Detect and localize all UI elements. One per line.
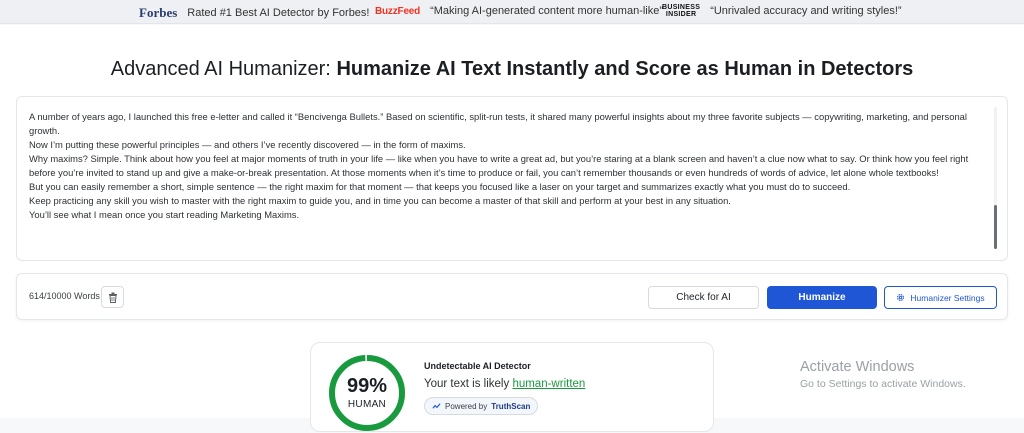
human-score-label: HUMAN [347, 399, 387, 410]
text-editor[interactable]: A number of years ago, I launched this f… [16, 96, 1008, 261]
editor-scrollbar-thumb[interactable] [994, 205, 997, 249]
press-item-business-insider: BUSINESS INSIDER “Unrivaled accuracy and… [662, 4, 902, 18]
humanizer-settings-button[interactable]: Humanizer Settings [884, 286, 997, 309]
editor-paragraph: You’ll see what I mean once you start re… [29, 209, 300, 220]
editor-paragraph: But you can easily remember a short, sim… [29, 181, 851, 192]
editor-paragraph: Now I’m putting these powerful principle… [29, 139, 466, 150]
verdict-prefix: Your text is likely [424, 378, 510, 390]
watermark-title: Activate Windows [800, 359, 915, 375]
powered-prefix: Powered by [445, 401, 488, 411]
check-for-ai-button[interactable]: Check for AI [648, 286, 759, 309]
editor-text[interactable]: A number of years ago, I launched this f… [29, 110, 979, 250]
powered-brand: TruthScan [491, 401, 531, 411]
editor-paragraph: Keep practicing any skill you wish to ma… [29, 195, 731, 206]
gear-icon [897, 294, 905, 301]
detector-title: Undetectable AI Detector [424, 361, 531, 371]
powered-by-badge[interactable]: Powered by TruthScan [424, 397, 539, 415]
clear-text-button[interactable] [101, 286, 124, 308]
press-item-buzzfeed: BuzzFeed “Making AI-generated content mo… [375, 5, 663, 17]
watermark-subtitle: Go to Settings to activate Windows. [800, 378, 966, 390]
editor-paragraph: A number of years ago, I launched this f… [29, 111, 967, 136]
press-item-forbes: Forbes Rated #1 Best AI Detector by Forb… [139, 5, 370, 21]
business-insider-logo-line1: BUSINESS [662, 4, 701, 11]
word-count: 614/10000 Words [29, 291, 100, 301]
main-content: Advanced AI Humanizer: Humanize AI Text … [0, 25, 1024, 432]
humanizer-settings-label: Humanizer Settings [910, 292, 985, 303]
editor-paragraph: Why maxims? Simple. Think about how you … [29, 153, 969, 178]
verdict-value-link[interactable]: human-written [512, 378, 585, 390]
business-insider-logo: BUSINESS INSIDER [662, 4, 700, 18]
business-insider-logo-line2: INSIDER [665, 11, 697, 18]
page-title: Advanced AI Humanizer: Humanize AI Text … [0, 58, 1024, 81]
humanize-button[interactable]: Humanize [767, 286, 877, 309]
windows-activation-watermark: Activate Windows Go to Settings to activ… [800, 359, 966, 390]
truthscan-logo-icon [432, 402, 441, 409]
buzzfeed-logo: BuzzFeed [375, 5, 421, 17]
forbes-logo: Forbes [139, 5, 178, 20]
buzzfeed-quote: “Making AI-generated content more human-… [430, 5, 664, 17]
page-title-prefix: Advanced AI Humanizer: [110, 58, 331, 80]
trash-icon [108, 292, 117, 303]
press-bar: Forbes Rated #1 Best AI Detector by Forb… [0, 0, 1024, 24]
forbes-quote: Rated #1 Best AI Detector by Forbes! [187, 7, 370, 19]
business-insider-quote: “Unrivaled accuracy and writing styles!” [710, 5, 902, 17]
action-bar: 614/10000 Words Check for AI Humanize Hu… [16, 273, 1008, 320]
page-title-strong: Humanize AI Text Instantly and Score as … [336, 58, 914, 80]
detector-result-card: 99% HUMAN Undetectable AI Detector Your … [310, 342, 714, 432]
detector-verdict: Your text is likely human-written [424, 378, 585, 390]
human-score: 99% [346, 375, 388, 397]
